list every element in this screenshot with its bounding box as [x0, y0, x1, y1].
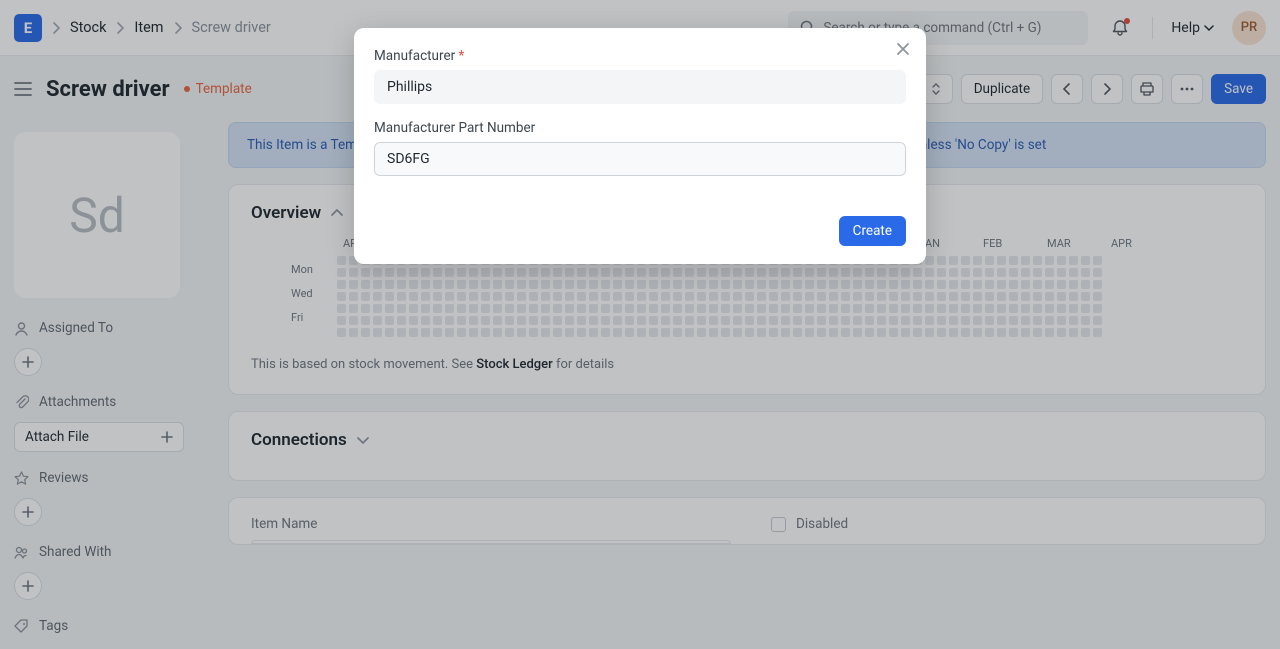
manufacturer-input[interactable]: [374, 70, 906, 104]
manufacturer-label: Manufacturer *: [374, 48, 906, 64]
close-icon: [896, 42, 910, 56]
modal-close-button[interactable]: [896, 42, 910, 56]
part-number-input[interactable]: [374, 142, 906, 176]
modal-create-button[interactable]: Create: [839, 216, 906, 246]
part-number-label: Manufacturer Part Number: [374, 120, 906, 136]
manufacturer-modal: Manufacturer * Manufacturer Part Number …: [354, 28, 926, 264]
